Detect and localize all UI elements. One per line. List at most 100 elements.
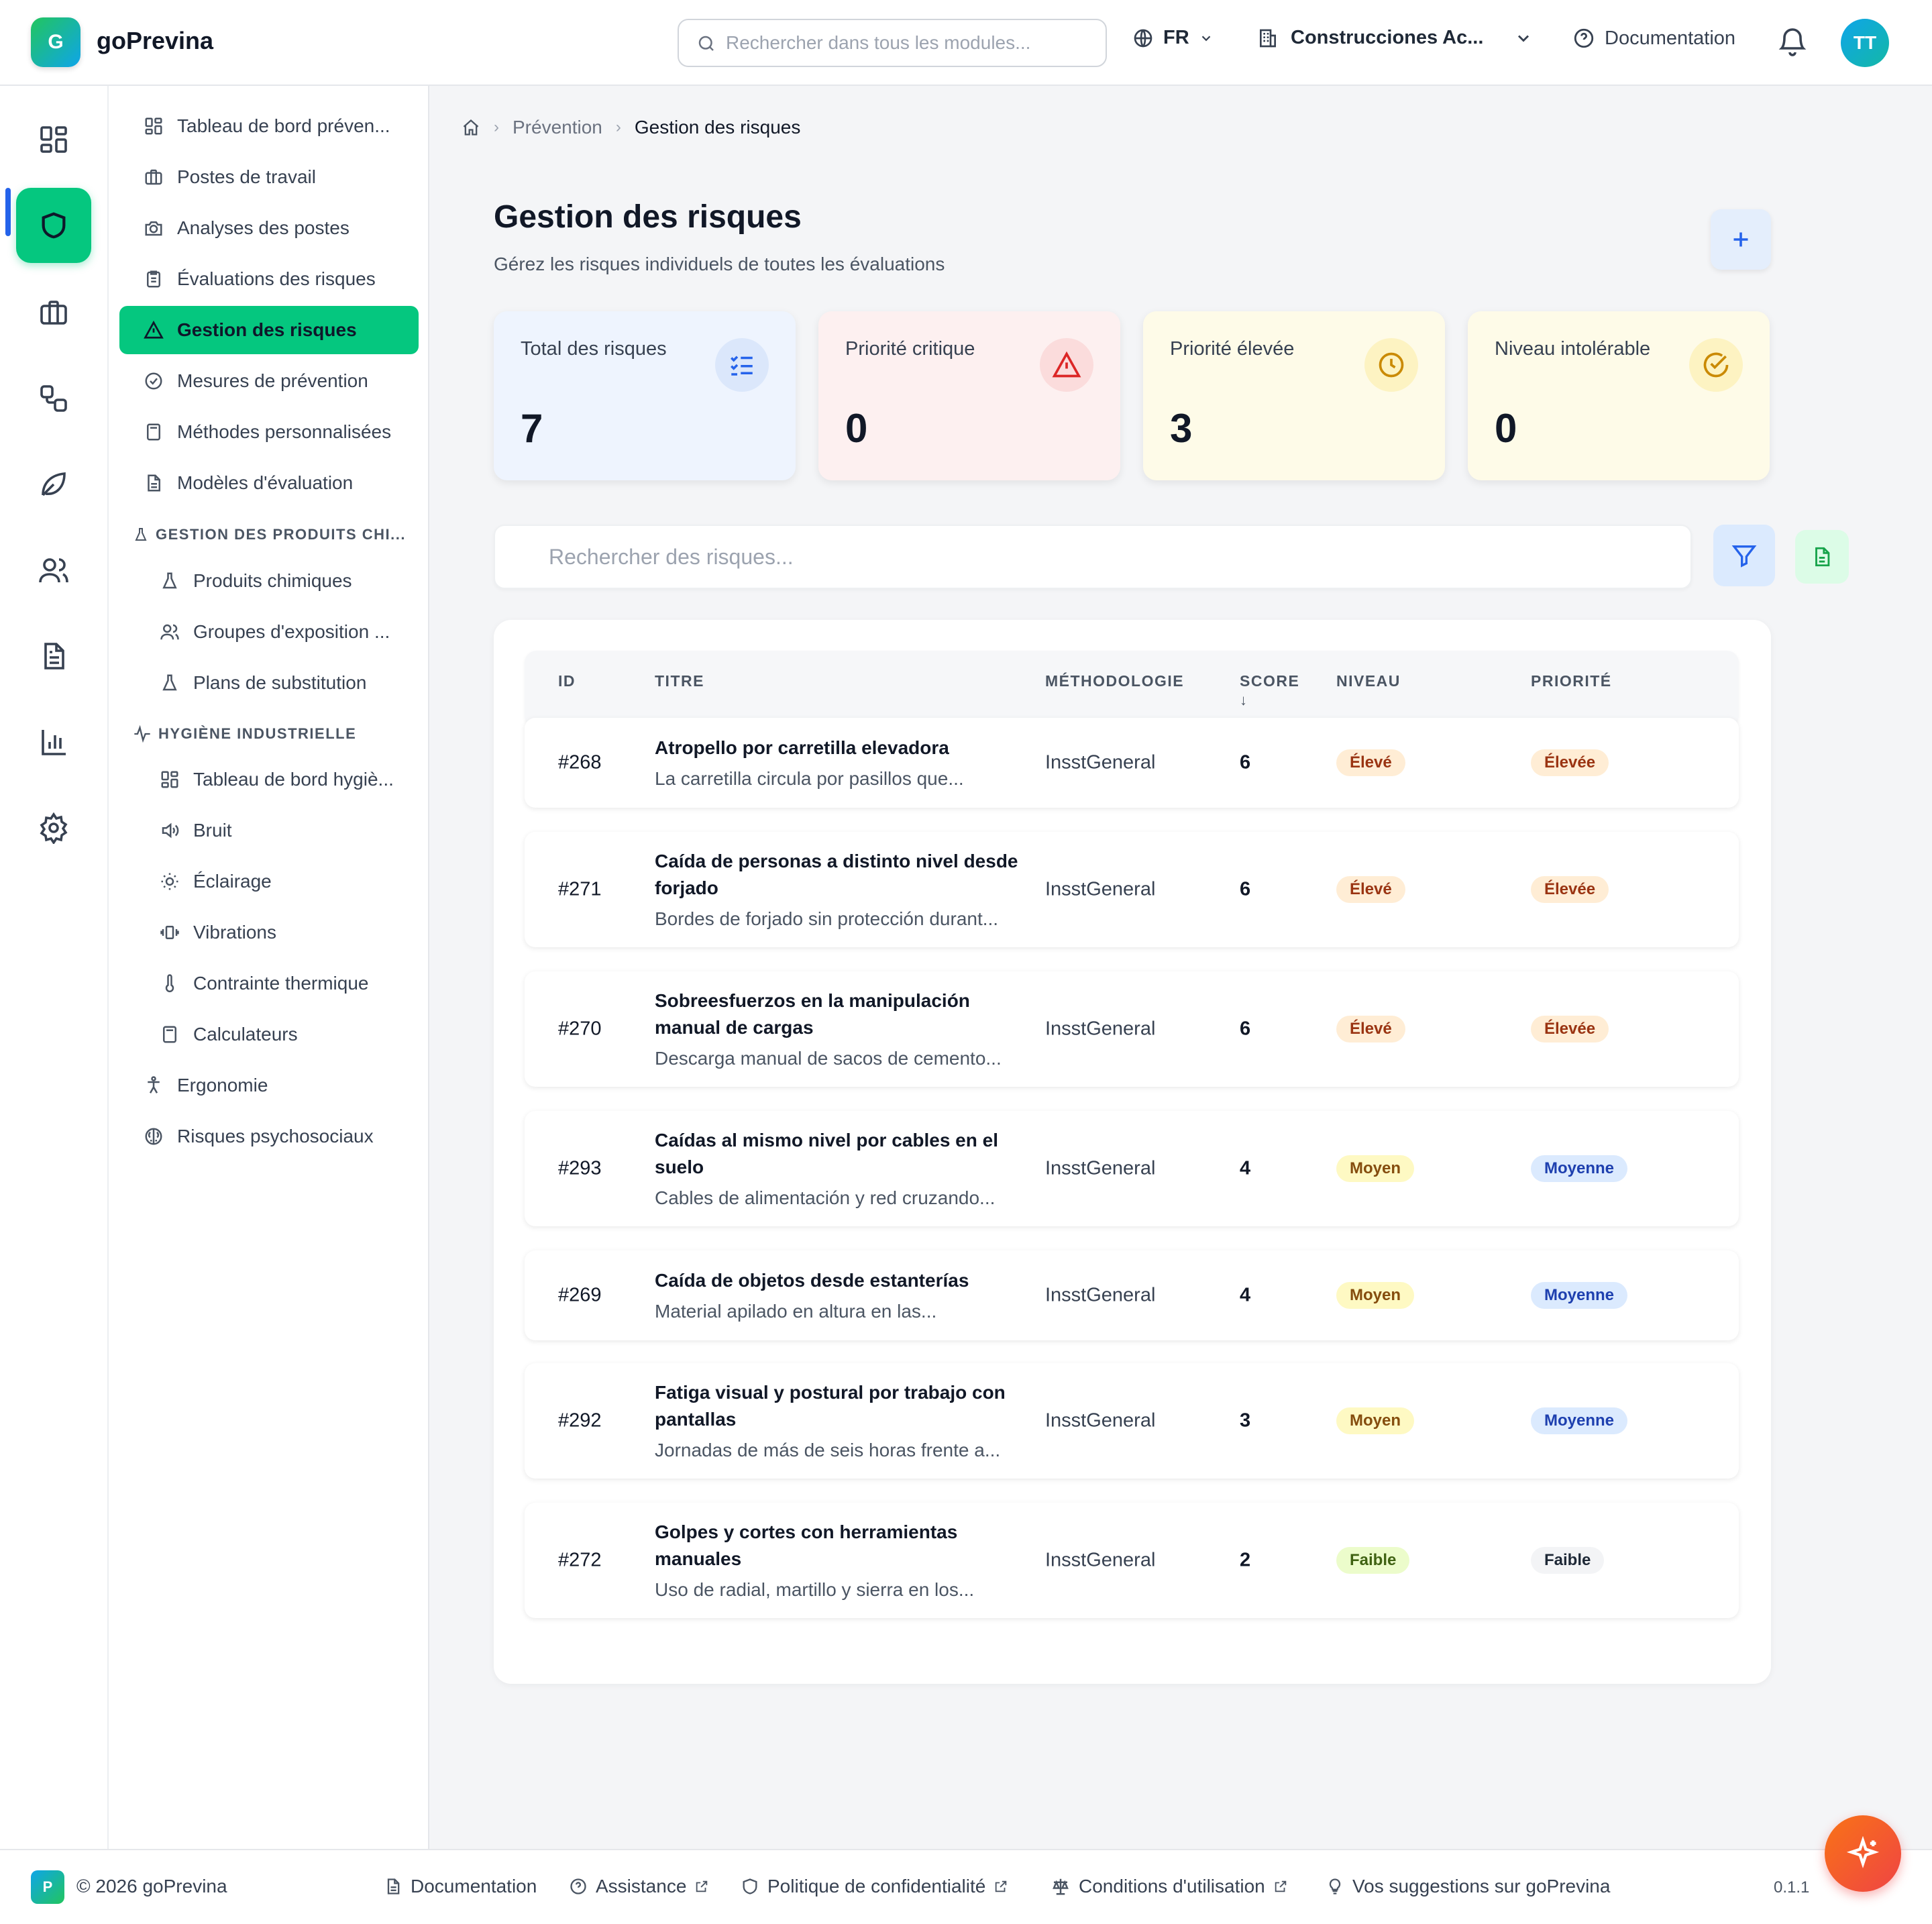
column-header-level[interactable]: NIVEAU	[1336, 672, 1401, 690]
sidebar-item-risk-management[interactable]: Gestion des risques	[119, 306, 419, 354]
sidebar-item-vibrations[interactable]: Vibrations	[119, 908, 419, 957]
brand-name[interactable]: goPrevina	[97, 27, 213, 55]
sidebar-item-custom-methods[interactable]: Méthodes personnalisées	[119, 408, 419, 456]
risk-description: Material apilado en altura en las...	[655, 1301, 937, 1322]
sidebar-item-risk-evaluations[interactable]: Évaluations des risques	[119, 255, 419, 303]
sidebar-item-label: Tableau de bord préven...	[177, 115, 390, 136]
briefcase-icon[interactable]	[32, 291, 75, 334]
risk-search-placeholder: Rechercher des risques...	[549, 544, 794, 569]
sidebar-item-lighting[interactable]: Éclairage	[119, 857, 419, 906]
bell-icon[interactable]	[1776, 25, 1809, 58]
sidebar-item-label: Vibrations	[193, 922, 277, 943]
sidebar-item-exposure-groups[interactable]: Groupes d'exposition ...	[119, 608, 419, 656]
risk-score: 2	[1240, 1549, 1251, 1571]
document-icon[interactable]	[32, 635, 75, 678]
priority-badge: Moyenne	[1531, 1407, 1628, 1434]
flask-icon	[160, 673, 182, 693]
user-avatar[interactable]: TT	[1841, 19, 1889, 67]
risk-search-input[interactable]: Rechercher des risques...	[494, 525, 1692, 589]
risk-score: 6	[1240, 878, 1251, 900]
sidebar-item-label: Méthodes personnalisées	[177, 421, 392, 442]
risk-title: Caída de objetos desde estanterías	[655, 1270, 969, 1291]
column-header-methodology[interactable]: MÉTHODOLOGIE	[1045, 672, 1184, 690]
add-risk-button[interactable]	[1711, 209, 1771, 270]
section-header-chemicals[interactable]: GESTION DES PRODUITS CHI...	[133, 526, 406, 543]
sidebar-item-evaluation-models[interactable]: Modèles d'évaluation	[119, 459, 419, 507]
active-indicator	[5, 188, 11, 236]
sidebar-item-thermal-stress[interactable]: Contrainte thermique	[119, 959, 419, 1008]
global-search-input[interactable]: Rechercher dans tous les modules...	[678, 19, 1107, 67]
company-name: Construcciones Ac...	[1291, 27, 1484, 48]
sidebar-item-label: Évaluations des risques	[177, 268, 376, 289]
documentation-label: Documentation	[1605, 27, 1736, 49]
stat-card-high-priority: Priorité élevée 3	[1143, 311, 1445, 480]
shield-icon	[741, 1877, 759, 1896]
column-header-score[interactable]: SCORE ↓	[1240, 672, 1299, 709]
sidebar-item-psychosocial-risks[interactable]: Risques psychosociaux	[119, 1112, 419, 1161]
risk-score: 6	[1240, 751, 1251, 773]
table-row[interactable]: #292 Fatiga visual y postural por trabajo…	[525, 1363, 1739, 1479]
table-row[interactable]: #271 Caída de personas a distinto nivel d…	[525, 832, 1739, 947]
section-header-industrial-hygiene[interactable]: HYGIÈNE INDUSTRIELLE	[133, 725, 356, 743]
sidebar-item-label: Modèles d'évaluation	[177, 472, 354, 493]
breadcrumb-separator-icon: ›	[494, 118, 499, 136]
filter-button[interactable]	[1713, 525, 1775, 586]
sidebar-item-label: Plans de substitution	[193, 672, 367, 693]
language-selector[interactable]: FR	[1132, 27, 1214, 49]
sidebar-item-chemical-products[interactable]: Produits chimiques	[119, 557, 419, 605]
documentation-link[interactable]: Documentation	[1572, 27, 1735, 50]
sidebar-item-substitution-plans[interactable]: Plans de substitution	[119, 659, 419, 707]
sidebar-item-workstations[interactable]: Postes de travail	[119, 153, 419, 201]
sidebar-item-label: Risques psychosociaux	[177, 1126, 374, 1146]
shield-icon[interactable]	[16, 188, 91, 263]
table-row[interactable]: #293 Caídas al mismo nivel por cables en …	[525, 1111, 1739, 1226]
footer-terms-link[interactable]: Conditions d'utilisation	[1051, 1876, 1288, 1897]
breadcrumb-separator-icon: ›	[615, 118, 621, 136]
stat-value: 0	[845, 406, 868, 451]
sidebar: Tableau de bord préven... Postes de trav…	[109, 86, 429, 1849]
priority-badge: Moyenne	[1531, 1282, 1628, 1309]
breadcrumb-parent[interactable]: Prévention	[513, 117, 602, 138]
file-spreadsheet-icon	[1811, 545, 1833, 568]
risk-description: Bordes de forjado sin protección durant.…	[655, 908, 999, 929]
sidebar-item-post-analyses[interactable]: Analyses des postes	[119, 204, 419, 252]
sidebar-item-dashboard[interactable]: Tableau de bord préven...	[119, 102, 419, 150]
column-header-id[interactable]: ID	[558, 672, 576, 690]
sidebar-item-prevention-measures[interactable]: Mesures de prévention	[119, 357, 419, 405]
sort-arrow-down-icon: ↓	[1240, 692, 1248, 708]
footer-documentation-link[interactable]: Documentation	[384, 1876, 537, 1897]
footer-assistance-link[interactable]: Assistance	[569, 1876, 709, 1897]
priority-badge: Moyenne	[1531, 1155, 1628, 1182]
table-row[interactable]: #270 Sobreesfuerzos en la manipulación ma…	[525, 971, 1739, 1087]
table-row[interactable]: #272 Golpes y cortes con herramientas man…	[525, 1503, 1739, 1618]
sidebar-item-label: Éclairage	[193, 871, 272, 892]
workflow-icon[interactable]	[32, 377, 75, 420]
app-logo[interactable]: G	[31, 17, 80, 67]
priority-cell: Moyenne	[1531, 1282, 1628, 1309]
table-row[interactable]: #269 Caída de objetos desde estanterías Ma…	[525, 1250, 1739, 1340]
column-header-priority[interactable]: PRIORITÉ	[1531, 672, 1612, 690]
sun-icon	[160, 871, 182, 892]
company-selector[interactable]: Construcciones Ac...	[1257, 27, 1533, 49]
dashboard-icon[interactable]	[32, 118, 75, 161]
sidebar-item-hygiene-dashboard[interactable]: Tableau de bord hygiè...	[119, 755, 419, 804]
column-header-title[interactable]: TITRE	[655, 672, 704, 690]
ai-assistant-button[interactable]	[1825, 1815, 1901, 1892]
footer-privacy-link[interactable]: Politique de confidentialité	[741, 1876, 1008, 1897]
level-badge: Faible	[1336, 1547, 1410, 1574]
home-icon[interactable]	[462, 118, 480, 137]
table-row[interactable]: #268 Atropello por carretilla elevadora La…	[525, 718, 1739, 808]
gear-icon[interactable]	[32, 806, 75, 849]
footer-suggestions-link[interactable]: Vos suggestions sur goPrevina	[1326, 1876, 1610, 1897]
leaf-icon[interactable]	[32, 463, 75, 506]
export-button[interactable]	[1795, 530, 1849, 584]
bar-chart-icon[interactable]	[32, 720, 75, 763]
sidebar-item-calculators[interactable]: Calculateurs	[119, 1010, 419, 1059]
level-cell: Élevé	[1336, 749, 1405, 776]
sidebar-item-label: Groupes d'exposition ...	[193, 621, 390, 642]
sidebar-item-noise[interactable]: Bruit	[119, 806, 419, 855]
users-icon[interactable]	[32, 549, 75, 592]
users-icon	[160, 622, 182, 642]
sidebar-item-ergonomics[interactable]: Ergonomie	[119, 1061, 419, 1110]
risk-title-cell: Caída de objetos desde estanterías Materi…	[655, 1267, 1030, 1324]
